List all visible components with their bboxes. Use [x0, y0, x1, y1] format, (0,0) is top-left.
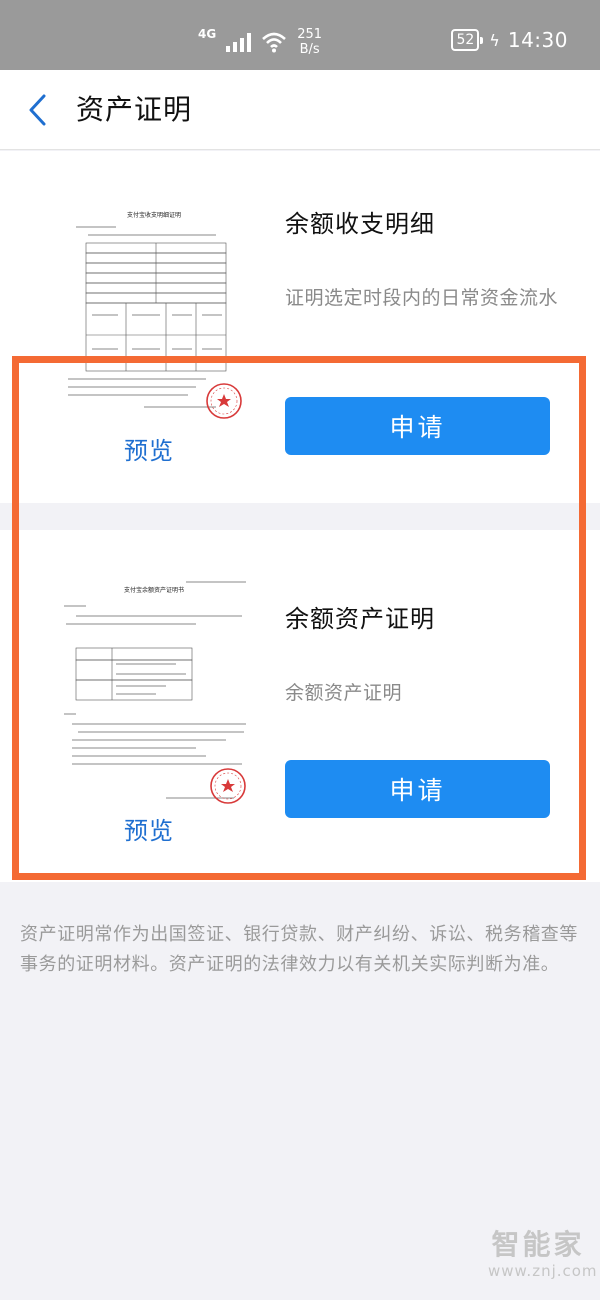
thumbnail-heading: 支付宝余额资产证明书: [124, 586, 184, 594]
page-title: 资产证明: [76, 93, 193, 126]
wifi-icon: [261, 31, 287, 53]
network-type: 4G: [198, 27, 217, 41]
nav-header: 资产证明: [0, 70, 600, 150]
status-bar: 4G 251 B/s 52 ϟ 14:30: [0, 0, 600, 70]
speed-unit: B/s: [299, 42, 320, 57]
card-title: 余额资产证明: [285, 605, 435, 633]
status-right: 52 ϟ 14:30: [451, 28, 568, 52]
speed-value: 251: [297, 27, 323, 42]
battery-icon: 52: [451, 29, 484, 51]
balance-statement-card: 支付宝收支明细证明 余额收支明细 证明选定时段内的日常资金流水 预览 申请: [0, 151, 600, 503]
card-title: 余额收支明细: [285, 210, 435, 238]
apply-button[interactable]: 申请: [285, 760, 550, 818]
card-description: 证明选定时段内的日常资金流水: [285, 287, 559, 309]
status-time: 14:30: [507, 28, 568, 52]
watermark-url: www.znj.com: [488, 1262, 598, 1280]
watermark-brand: 智能家: [491, 1228, 585, 1261]
status-center: 4G 251 B/s: [198, 24, 322, 60]
official-stamp: [206, 383, 242, 419]
preview-link[interactable]: 预览: [124, 434, 174, 468]
watermark: 智能家 www.znj.com: [488, 1228, 598, 1280]
balance-asset-card: 支付宝余额资产证明书 余额资产证明 余额资产证明 预览 申请: [0, 530, 600, 882]
apply-button[interactable]: 申请: [285, 397, 550, 455]
card-description: 余额资产证明: [285, 682, 403, 704]
statement-document-thumbnail[interactable]: 支付宝收支明细证明: [56, 195, 252, 427]
footer-note: 资产证明常作为出国签证、银行贷款、财产纠纷、诉讼、税务稽查等事务的证明材料。资产…: [20, 924, 578, 975]
preview-link[interactable]: 预览: [124, 814, 174, 848]
asset-document-thumbnail[interactable]: 支付宝余额资产证明书: [56, 578, 252, 810]
network-speed: 251 B/s: [297, 27, 322, 57]
battery-level: 52: [456, 32, 475, 48]
thumbnail-heading: 支付宝收支明细证明: [127, 211, 181, 219]
charging-icon: ϟ: [489, 30, 500, 50]
signal-icon: [226, 32, 252, 52]
chevron-left-icon[interactable]: [26, 92, 50, 128]
